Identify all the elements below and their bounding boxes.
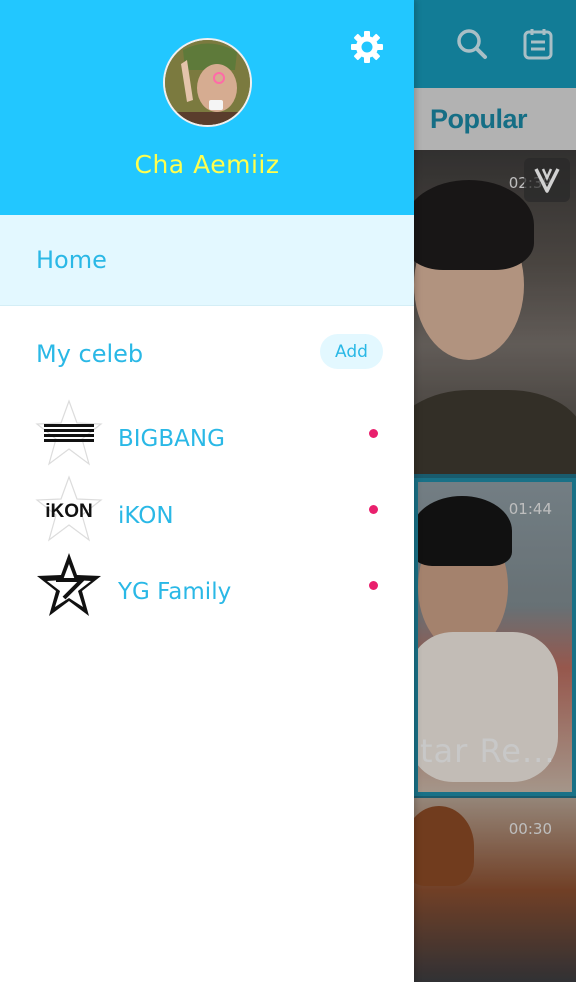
drawer-header: Cha Aemiiz <box>0 0 414 215</box>
navigation-drawer: Cha Aemiiz Home My celeb Add BIGBANG iKO… <box>0 0 414 982</box>
new-indicator-dot <box>369 429 378 438</box>
celeb-name: BIGBANG <box>118 426 225 452</box>
bigbang-logo <box>34 398 104 468</box>
add-celeb-button[interactable]: Add <box>320 334 383 369</box>
celeb-item-ikon[interactable]: iKON iKON <box>0 474 414 550</box>
gear-icon[interactable] <box>346 26 388 68</box>
my-celeb-heading: My celeb <box>36 340 144 368</box>
menu-item-home[interactable]: Home <box>0 215 414 306</box>
celeb-item-bigbang[interactable]: BIGBANG <box>0 398 414 474</box>
new-indicator-dot <box>369 581 378 590</box>
scrim-overlay[interactable] <box>414 0 576 982</box>
ikon-logo: iKON <box>34 474 104 544</box>
new-indicator-dot <box>369 505 378 514</box>
username: Cha Aemiiz <box>134 150 280 179</box>
avatar[interactable] <box>163 38 252 127</box>
avatar-photo <box>165 40 250 125</box>
celeb-name: YG Family <box>118 579 232 605</box>
ikon-logo-text: iKON <box>45 501 93 522</box>
celeb-name: iKON <box>118 503 174 529</box>
menu-item-label: Home <box>36 246 107 274</box>
yg-family-logo <box>34 550 104 620</box>
celeb-item-yg-family[interactable]: YG Family <box>0 550 414 626</box>
